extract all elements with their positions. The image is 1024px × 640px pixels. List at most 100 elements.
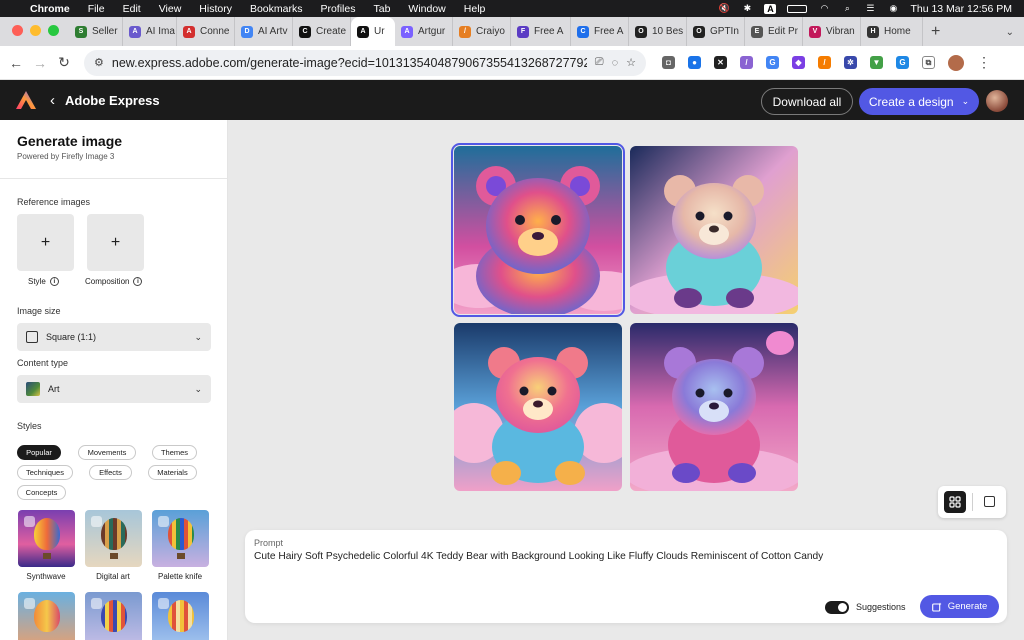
- browser-tab[interactable]: / Craiyo: [453, 17, 511, 46]
- plus-icon: +: [110, 233, 121, 251]
- chip-popular[interactable]: Popular: [17, 445, 61, 460]
- composition-reference-upload-button[interactable]: +: [87, 214, 144, 271]
- generated-image-3[interactable]: [454, 323, 622, 491]
- composition-caption: Composition i: [85, 277, 143, 286]
- image-size-label: Image size: [17, 306, 61, 316]
- browser-menu-icon[interactable]: ⋮: [977, 54, 991, 71]
- chip-materials[interactable]: Materials: [148, 465, 197, 480]
- info-icon[interactable]: i: [133, 277, 143, 286]
- style-reference-upload-button[interactable]: +: [17, 214, 74, 271]
- siri-icon[interactable]: ◉: [887, 3, 899, 14]
- browser-tab[interactable]: A Artgur: [395, 17, 453, 46]
- screen-record-extension-icon[interactable]: ●: [688, 56, 701, 69]
- suggestions-toggle[interactable]: [825, 601, 849, 614]
- address-bar[interactable]: ⚙ new.express.adobe.com/generate-image?e…: [84, 49, 646, 76]
- style-thumb[interactable]: [18, 592, 75, 640]
- menu-view[interactable]: View: [150, 3, 191, 15]
- style-thumb[interactable]: [152, 592, 209, 640]
- tab-search-icon[interactable]: ⌄: [996, 27, 1024, 46]
- menu-tab[interactable]: Tab: [364, 3, 399, 15]
- browser-tab[interactable]: A Conne: [177, 17, 235, 46]
- menu-history[interactable]: History: [190, 3, 241, 15]
- close-window-button[interactable]: [12, 25, 23, 36]
- menubar-datetime[interactable]: Thu 13 Mar 12:56 PM: [910, 3, 1012, 15]
- content-type-select[interactable]: Art ⌄: [17, 375, 211, 403]
- single-view-button[interactable]: [984, 496, 995, 507]
- info-icon[interactable]: i: [49, 277, 59, 286]
- circle-extension-icon[interactable]: G: [896, 56, 909, 69]
- create-design-button[interactable]: Create a design ⌄: [859, 88, 979, 115]
- prompt-label: Prompt: [254, 538, 284, 548]
- browser-tab[interactable]: D AI Artv: [235, 17, 293, 46]
- browser-tab[interactable]: V Vibran: [803, 17, 861, 46]
- adobe-express-logo-icon[interactable]: [16, 91, 36, 109]
- browser-tab[interactable]: E Edit Pr: [745, 17, 803, 46]
- menu-edit[interactable]: Edit: [114, 3, 150, 15]
- cast-icon[interactable]: ⎚: [595, 56, 604, 69]
- download-all-button[interactable]: Download all: [761, 88, 853, 115]
- minimize-window-button[interactable]: [30, 25, 41, 36]
- chip-techniques[interactable]: Techniques: [17, 465, 73, 480]
- chip-themes[interactable]: Themes: [152, 445, 197, 460]
- menu-app[interactable]: Chrome: [28, 3, 79, 15]
- wifi-icon[interactable]: ◠: [818, 3, 830, 14]
- brush-extension-icon[interactable]: /: [818, 56, 831, 69]
- pen-extension-icon[interactable]: /: [740, 56, 753, 69]
- browser-tab[interactable]: F Free A: [511, 17, 571, 46]
- menu-window[interactable]: Window: [399, 3, 454, 15]
- gear-extension-icon[interactable]: ✲: [844, 56, 857, 69]
- style-thumb[interactable]: [85, 592, 142, 640]
- browser-tab[interactable]: S Seller: [69, 17, 123, 46]
- browser-tab[interactable]: H Home: [861, 17, 923, 46]
- forward-button[interactable]: →: [28, 55, 52, 71]
- back-chevron-icon[interactable]: ‹: [50, 92, 55, 109]
- menu-help[interactable]: Help: [455, 3, 495, 15]
- purple-extension-icon[interactable]: ◆: [792, 56, 805, 69]
- url-text[interactable]: new.express.adobe.com/generate-image?eci…: [112, 56, 587, 70]
- extensions-puzzle-icon[interactable]: ⧉: [922, 56, 935, 69]
- grid-view-button[interactable]: [944, 491, 966, 513]
- download-extension-icon[interactable]: ▼: [870, 56, 883, 69]
- generated-image-4[interactable]: [630, 323, 798, 491]
- keyboard-input-icon[interactable]: A: [764, 3, 777, 14]
- profile-avatar[interactable]: [948, 54, 964, 71]
- style-thumb-synthwave[interactable]: [18, 510, 75, 567]
- user-avatar[interactable]: [986, 90, 1008, 112]
- browser-tab[interactable]: O GPTIn: [687, 17, 745, 46]
- site-info-icon[interactable]: ⚙: [94, 56, 104, 69]
- translate-extension-icon[interactable]: G: [766, 56, 779, 69]
- new-tab-button[interactable]: +: [923, 17, 948, 46]
- mute-icon[interactable]: 🔇: [718, 3, 730, 14]
- style-thumb-palette-knife[interactable]: [152, 510, 209, 567]
- browser-tab[interactable]: A AI Ima: [123, 17, 177, 46]
- back-button[interactable]: ←: [4, 55, 28, 71]
- bluetooth-icon[interactable]: ✱: [741, 3, 753, 14]
- extension-toolbar: ◘ ● ✕ / G ◆ / ✲ ▼ G ⧉ ⋮: [662, 54, 991, 71]
- spotlight-search-icon[interactable]: ⌕: [841, 3, 853, 14]
- reload-button[interactable]: ↻: [52, 54, 76, 71]
- generated-image-1[interactable]: [451, 143, 625, 317]
- zoom-window-button[interactable]: [48, 25, 59, 36]
- bookmark-star-icon[interactable]: ☆: [626, 56, 636, 69]
- puzzle-dark-extension-icon[interactable]: ✕: [714, 56, 727, 69]
- app-header: ‹ Adobe Express Download all Create a de…: [0, 80, 1024, 120]
- menu-bookmarks[interactable]: Bookmarks: [241, 3, 312, 15]
- menu-profiles[interactable]: Profiles: [311, 3, 364, 15]
- browser-tab[interactable]: C Create: [293, 17, 351, 46]
- generated-image-2[interactable]: [630, 146, 798, 314]
- prompt-input[interactable]: Cute Hairy Soft Psychedelic Colorful 4K …: [254, 551, 823, 562]
- menu-file[interactable]: File: [79, 3, 114, 15]
- camera-extension-icon[interactable]: ◘: [662, 56, 675, 69]
- chip-movements[interactable]: Movements: [78, 445, 136, 460]
- battery-icon[interactable]: [787, 4, 808, 13]
- generate-button[interactable]: Generate: [920, 595, 999, 618]
- browser-tab[interactable]: AUr✕: [351, 17, 395, 46]
- control-center-icon[interactable]: ☰: [864, 3, 876, 14]
- browser-tab[interactable]: O 10 Bes: [629, 17, 687, 46]
- image-size-select[interactable]: Square (1:1) ⌄: [17, 323, 211, 351]
- chip-concepts[interactable]: Concepts: [17, 485, 66, 500]
- chip-effects[interactable]: Effects: [89, 465, 132, 480]
- style-thumb-digital-art[interactable]: [85, 510, 142, 567]
- eye-off-icon[interactable]: ◌: [612, 57, 619, 69]
- browser-tab[interactable]: C Free A: [571, 17, 629, 46]
